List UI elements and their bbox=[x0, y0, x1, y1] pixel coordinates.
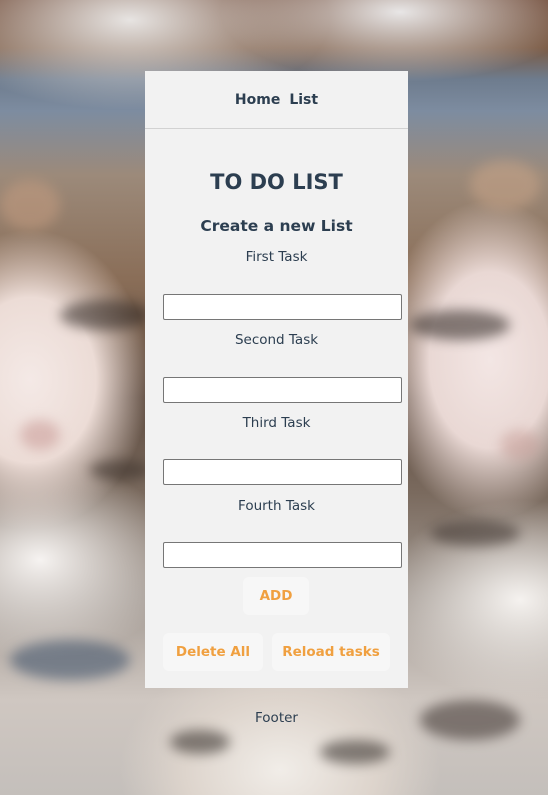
todo-card: Home List TO DO LIST Create a new List F… bbox=[145, 71, 408, 688]
nav-link-home[interactable]: Home bbox=[235, 92, 280, 108]
second-task-input[interactable] bbox=[163, 377, 402, 403]
fourth-task-input[interactable] bbox=[163, 542, 402, 568]
page-subtitle: Create a new List bbox=[200, 217, 353, 235]
third-task-label: Third Task bbox=[242, 415, 311, 431]
top-nav: Home List bbox=[145, 71, 408, 129]
first-task-input[interactable] bbox=[163, 294, 402, 320]
nav-link-list[interactable]: List bbox=[289, 92, 318, 108]
delete-all-button[interactable]: Delete All bbox=[163, 633, 263, 671]
page-title: TO DO LIST bbox=[210, 170, 343, 194]
footer: Footer bbox=[255, 710, 298, 726]
reload-tasks-button[interactable]: Reload tasks bbox=[272, 633, 390, 671]
third-task-input[interactable] bbox=[163, 459, 402, 485]
add-button[interactable]: ADD bbox=[243, 577, 309, 615]
fourth-task-label: Fourth Task bbox=[238, 498, 315, 514]
second-task-label: Second Task bbox=[234, 332, 319, 348]
first-task-label: First Task bbox=[245, 249, 308, 265]
